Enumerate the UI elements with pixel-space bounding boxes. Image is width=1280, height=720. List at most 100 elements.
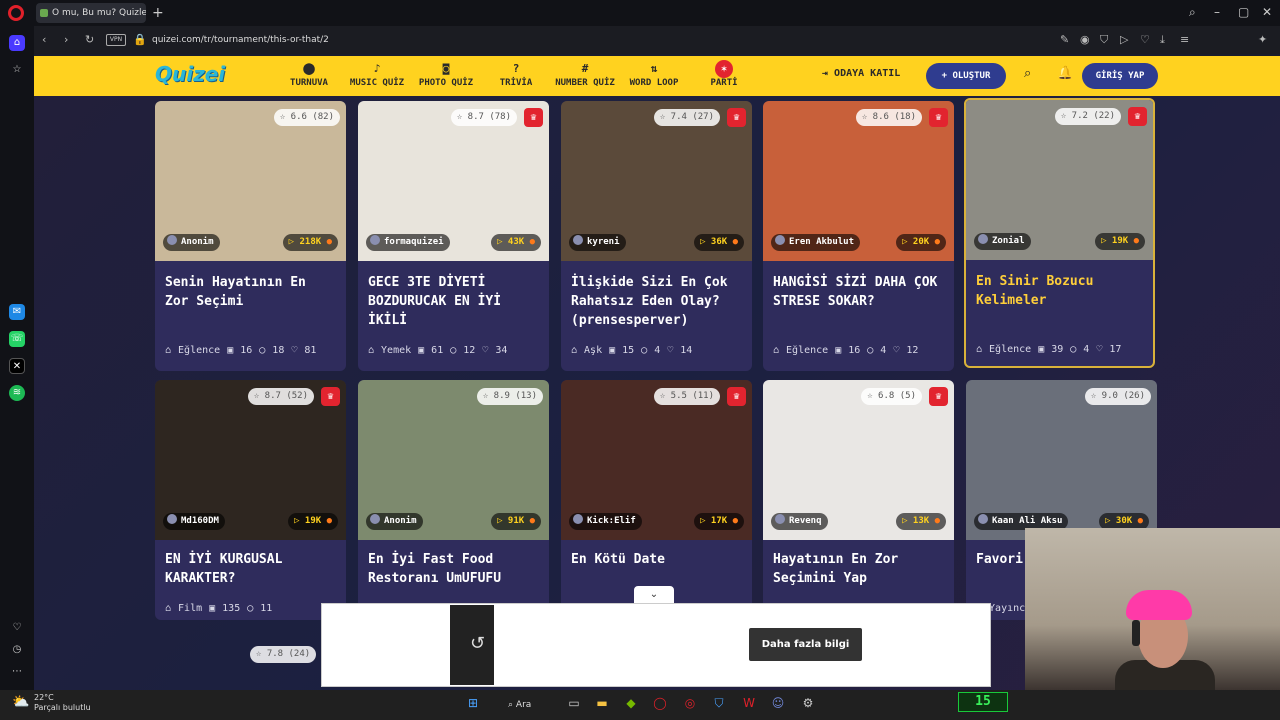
browser-tab[interactable]: O mu, Bu mu? Quizleri | T <box>36 3 146 23</box>
whatsapp-icon[interactable]: ☏ <box>9 331 25 347</box>
x-icon[interactable]: ✕ <box>9 358 25 374</box>
weather-icon: ⛅ <box>12 694 30 710</box>
minimize-icon[interactable]: – <box>1214 5 1220 19</box>
camera-snap-icon[interactable]: ◉ <box>1080 33 1090 46</box>
menu-icon[interactable]: ≡ <box>1180 33 1189 46</box>
quiz-title[interactable]: Hayatının En Zor Seçimini Yap <box>773 550 945 588</box>
quiz-card[interactable]: ☆ 6.8 (5) ♛ Revenq ▷ 13K ● Hayatının En Zo… <box>763 380 954 620</box>
quiz-title[interactable]: İlişkide Sizi En Çok Rahatsız Eden Olay?… <box>571 273 743 330</box>
quiz-card[interactable]: ☆ 8.9 (13) Anonim ▷ 91K ● En İyi Fast Foo… <box>358 380 549 620</box>
play-count-badge: ▷ 19K ● <box>288 513 338 530</box>
nav-number-quiz[interactable]: # NUMBER QUİZ <box>552 60 618 94</box>
play-count: ▷ 13K <box>902 516 930 526</box>
fire-icon: ● <box>934 237 940 247</box>
back-icon[interactable]: ‹ <box>42 33 46 46</box>
opera-gx-icon[interactable]: ◎ <box>680 696 700 710</box>
quiz-card[interactable]: ☆ 8.6 (18) ♛ Eren Akbulut ▷ 20K ● HANGİSİ … <box>763 101 954 371</box>
ad-banner[interactable] <box>321 603 991 687</box>
author-badge[interactable]: Anonim <box>366 513 423 530</box>
url-field[interactable]: quizei.com/tr/tournament/this-or-that/2 <box>100 31 1245 49</box>
quiz-title[interactable]: GECE 3TE DİYETİ BOZDURUCAK EN İYİ İKİLİ <box>368 273 540 330</box>
quiz-card[interactable]: ☆ 7.2 (22) ♛ Zonial ▷ 19K ● En Sinir Bozuc… <box>964 98 1155 368</box>
shield-icon[interactable]: ⛉ <box>1100 33 1108 47</box>
comment-count: 18 <box>272 345 285 356</box>
author-badge[interactable]: formaquizei <box>366 234 450 251</box>
maximize-icon[interactable]: ▢ <box>1238 5 1249 19</box>
login-button[interactable]: GİRİŞ YAP <box>1082 63 1158 89</box>
heart-sidebar-icon[interactable]: ♡ <box>9 620 25 636</box>
author-badge[interactable]: Anonim <box>163 234 220 251</box>
nav-tournament[interactable]: ⬤ TURNUVA <box>286 60 332 94</box>
shield-app-icon[interactable]: ⛉ <box>709 696 729 711</box>
reload-icon[interactable]: ↻ <box>85 33 94 46</box>
quiz-title[interactable]: En Sinir Bozucu Kelimeler <box>976 272 1148 310</box>
nav-trivia[interactable]: ? TRİVİA <box>494 60 538 94</box>
chevron-down-icon[interactable]: ⌄ <box>634 586 674 603</box>
play-icon[interactable]: ▷ <box>1120 33 1128 46</box>
task-view-icon[interactable]: ▭ <box>564 696 584 710</box>
close-window-icon[interactable]: ✕ <box>1262 5 1272 19</box>
quiz-title[interactable]: Senin Hayatının En Zor Seçimi <box>165 273 337 311</box>
nav-word-loop[interactable]: ⇅ WORD LOOP <box>626 60 682 94</box>
more-icon[interactable]: ⋯ <box>9 664 25 680</box>
settings-icon[interactable]: ⚙ <box>798 696 818 710</box>
site-logo[interactable]: Quizei <box>155 62 225 86</box>
heart-icon[interactable]: ♡ <box>1140 33 1150 46</box>
quiz-card[interactable]: ☆ 8.7 (78) ♛ formaquizei ▷ 43K ● GECE 3TE … <box>358 101 549 371</box>
quiz-card[interactable]: ☆ 6.6 (82) Anonim ▷ 218K ● Senin Hayatını… <box>155 101 346 371</box>
join-room-button[interactable]: ⇥ ODAYA KATIL <box>822 68 900 79</box>
search-tabs-icon[interactable]: ⌕ <box>1189 5 1196 20</box>
author-badge[interactable]: Zonial <box>974 233 1031 250</box>
history-icon[interactable]: ◷ <box>9 642 25 658</box>
discord-icon[interactable]: ☺ <box>768 696 788 710</box>
extension-icon[interactable]: ✎ <box>1060 33 1069 46</box>
spotify-icon[interactable]: ≋ <box>9 385 25 401</box>
crown-icon: ♛ <box>727 108 746 127</box>
quiz-card[interactable]: ☆ 7.4 (27) ♛ kyreni ▷ 36K ● İlişkide Sizi … <box>561 101 752 371</box>
quiz-card[interactable]: ☆ 5.5 (11) ♛ Kick:Elif ▷ 17K ● En Kötü Dat… <box>561 380 752 620</box>
home-icon[interactable]: ⌂ <box>9 35 25 51</box>
ad-more-info-button[interactable]: Daha fazla bilgi <box>749 628 862 661</box>
quiz-title[interactable]: EN İYİ KURGUSAL KARAKTER? <box>165 550 337 588</box>
taskbar-search[interactable]: ⌕ Ara <box>508 696 548 714</box>
author-badge[interactable]: Revenq <box>771 513 828 530</box>
create-button[interactable]: + OLUŞTUR <box>926 63 1006 89</box>
new-tab-icon[interactable]: + <box>152 5 164 21</box>
avatar <box>167 235 177 245</box>
vpn-badge[interactable]: VPN <box>106 34 126 46</box>
author-name: Eren Akbulut <box>789 237 855 247</box>
author-badge[interactable]: Eren Akbulut <box>771 234 861 251</box>
search-icon[interactable]: ⌕ <box>1024 66 1031 81</box>
quiz-title[interactable]: HANGİSİ SİZİ DAHA ÇOK STRESE SOKAR? <box>773 273 945 311</box>
opera-logo-icon[interactable] <box>8 5 24 21</box>
download-icon[interactable]: ⤓ <box>1160 33 1165 47</box>
star-icon[interactable]: ☆ <box>9 62 25 78</box>
author-badge[interactable]: Md160DM <box>163 513 225 530</box>
bell-icon[interactable]: 🔔 <box>1057 66 1073 81</box>
quiz-title[interactable]: En İyi Fast Food Restoranı UmUFUFU <box>368 550 540 588</box>
file-explorer-icon[interactable]: ▬ <box>592 696 612 710</box>
play-count: ▷ 19K <box>1101 236 1129 246</box>
forward-icon[interactable]: › <box>64 33 68 46</box>
crown-icon: ♛ <box>929 387 948 406</box>
nvidia-icon[interactable]: ◆ <box>621 696 641 710</box>
opera-taskbar-icon[interactable]: ◯ <box>650 696 670 710</box>
fire-icon: ● <box>529 516 535 526</box>
nav-photo-quiz[interactable]: ◙ PHOTO QUİZ <box>416 60 476 94</box>
quiz-card[interactable]: ☆ 8.7 (52) ♛ Md160DM ▷ 19K ● EN İYİ KURGUS… <box>155 380 346 620</box>
windows-start-icon[interactable]: ⊞ <box>463 696 483 710</box>
quiz-title[interactable]: En Kötü Date <box>571 550 743 569</box>
rating-badge: ☆ 7.8 (24) <box>250 646 317 663</box>
avatar <box>167 514 177 524</box>
replay-icon[interactable]: ↺ <box>470 633 485 654</box>
messenger-icon[interactable]: ✉ <box>9 304 25 320</box>
nav-music-quiz[interactable]: ♪ MUSIC QUİZ <box>346 60 408 94</box>
like-count: 14 <box>680 345 693 356</box>
comment-count: 4 <box>654 345 661 356</box>
author-badge[interactable]: kyreni <box>569 234 626 251</box>
ai-icon[interactable]: ✦ <box>1258 33 1267 46</box>
weather-widget[interactable]: 22°C Parçalı bulutlu <box>34 693 91 713</box>
office-icon[interactable]: W <box>739 696 759 710</box>
nav-party[interactable]: ✶ PARTİ <box>704 60 744 94</box>
author-badge[interactable]: Kick:Elif <box>569 513 642 530</box>
